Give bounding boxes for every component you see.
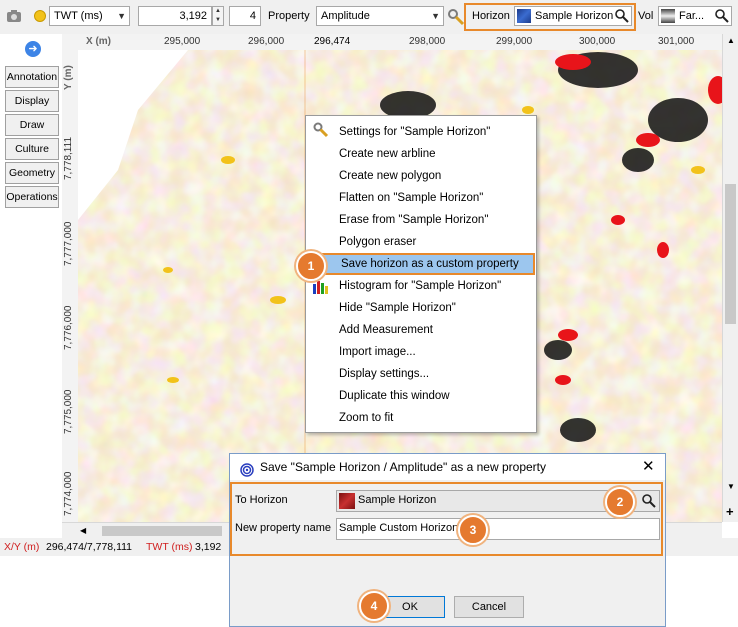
step-badge: 2: [605, 487, 635, 517]
twt-label: TWT (ms): [146, 541, 193, 553]
search-icon[interactable]: [614, 8, 629, 25]
to-horizon-value: Sample Horizon: [358, 494, 437, 506]
x-axis-label: X (m): [86, 36, 111, 47]
dialog-title-bar: Save "Sample Horizon / Amplitude" as a n…: [230, 454, 665, 480]
chevron-down-icon: ▼: [431, 11, 440, 21]
zoom-in-icon[interactable]: +: [726, 504, 734, 519]
domain-dot-icon: [34, 10, 46, 22]
menu-item-histogram[interactable]: Histogram for "Sample Horizon": [307, 275, 535, 297]
horizon-select[interactable]: Sample Horizon: [514, 6, 632, 26]
domain-select[interactable]: TWT (ms) ▼: [49, 6, 130, 26]
scroll-thumb[interactable]: [725, 184, 736, 324]
volume-select[interactable]: Far...: [658, 6, 732, 26]
horizon-icon: [517, 9, 531, 23]
x-tick: 296,000: [248, 36, 285, 47]
x-tick: 299,000: [496, 36, 533, 47]
chevron-down-icon: ▼: [117, 11, 126, 21]
horizon-label: Horizon: [472, 10, 510, 22]
tab-draw[interactable]: Draw: [5, 114, 59, 136]
x-tick: 295,000: [164, 36, 201, 47]
y-tick: 7,778,111: [63, 136, 74, 180]
search-icon[interactable]: [641, 493, 656, 511]
position-spinner[interactable]: ▲ ▼: [212, 6, 224, 26]
x-cursor-tick: 296,474: [314, 36, 351, 47]
menu-item-settings[interactable]: Settings for "Sample Horizon": [307, 121, 535, 143]
xy-value: 296,474/7,778,111: [46, 541, 133, 553]
y-tick: 7,775,000: [63, 389, 74, 435]
search-icon[interactable]: [714, 8, 729, 25]
menu-item-zoom-to-fit[interactable]: Zoom to fit: [307, 407, 535, 429]
x-axis: X (m) 295,000 296,000 296,474 298,000 29…: [62, 34, 722, 51]
scroll-up-icon[interactable]: ▲: [727, 36, 735, 45]
scroll-thumb[interactable]: [102, 526, 222, 536]
tab-geometry[interactable]: Geometry: [5, 162, 59, 184]
x-tick: 301,000: [658, 36, 695, 47]
horizon-icon: [339, 493, 355, 509]
y-tick: 7,776,000: [63, 305, 74, 351]
tab-operations[interactable]: Operations: [5, 186, 59, 208]
x-tick: 300,000: [579, 36, 616, 47]
tab-annotation[interactable]: Annotation: [5, 66, 59, 88]
y-tick: 7,777,000: [63, 221, 74, 267]
close-icon[interactable]: ✕: [642, 454, 655, 480]
tab-culture[interactable]: Culture: [5, 138, 59, 160]
menu-item-save-custom-property[interactable]: Save horizon as a custom property: [307, 253, 535, 275]
menu-item-display-settings[interactable]: Display settings...: [307, 363, 535, 385]
menu-item-polygon-eraser[interactable]: Polygon eraser: [307, 231, 535, 253]
step-input[interactable]: 4: [229, 6, 261, 26]
step-badge: 1: [296, 251, 326, 281]
step-badge: 3: [458, 515, 488, 545]
toolbar: TWT (ms) ▼ 3,192 ▲ ▼ 4 Property Amplitude…: [0, 0, 738, 35]
vertical-scrollbar[interactable]: ▲ ▼ +: [722, 34, 738, 522]
side-panel: ➜ Annotation Display Draw Culture Geomet…: [0, 34, 62, 540]
new-name-label: New property name: [235, 522, 331, 534]
y-axis: Y (m) 7,778,111 7,777,000 7,776,000 7,77…: [62, 50, 79, 522]
scroll-left-icon[interactable]: ◀: [80, 526, 86, 535]
property-select-value: Amplitude: [321, 10, 370, 22]
volume-icon: [661, 9, 675, 23]
volume-select-value: Far...: [679, 10, 705, 22]
y-axis-label: Y (m): [63, 65, 74, 90]
new-name-input[interactable]: Sample Custom Horizon: [336, 518, 660, 540]
cancel-button[interactable]: Cancel: [454, 596, 524, 618]
y-tick: 7,774,000: [63, 471, 74, 517]
scroll-down-icon[interactable]: ▼: [727, 482, 735, 491]
camera-icon[interactable]: [6, 9, 22, 23]
menu-item-add-measurement[interactable]: Add Measurement: [307, 319, 535, 341]
menu-item-create-arbline[interactable]: Create new arbline: [307, 143, 535, 165]
domain-select-value: TWT (ms): [54, 10, 103, 22]
vol-label: Vol: [638, 10, 654, 22]
position-input[interactable]: 3,192: [138, 6, 212, 26]
navigate-arrow-icon[interactable]: ➜: [25, 41, 41, 57]
menu-item-flatten[interactable]: Flatten on "Sample Horizon": [307, 187, 535, 209]
position-value: 3,192: [179, 10, 207, 22]
menu-item-duplicate-window[interactable]: Duplicate this window: [307, 385, 535, 407]
menu-item-hide[interactable]: Hide "Sample Horizon": [307, 297, 535, 319]
step-badge: 4: [359, 591, 389, 621]
property-label: Property: [268, 10, 310, 22]
to-horizon-label: To Horizon: [235, 494, 288, 506]
step-value: 4: [249, 10, 256, 22]
property-settings-icon[interactable]: [447, 8, 465, 26]
horizon-select-value: Sample Horizon: [535, 10, 614, 22]
xy-label: X/Y (m): [4, 541, 40, 553]
tab-display[interactable]: Display: [5, 90, 59, 112]
spin-up-icon[interactable]: ▲: [213, 7, 223, 16]
x-tick: 298,000: [409, 36, 446, 47]
menu-item-import-image[interactable]: Import image...: [307, 341, 535, 363]
save-property-dialog: Save "Sample Horizon / Amplitude" as a n…: [229, 453, 666, 627]
twt-value: 3,192: [195, 541, 222, 553]
property-select[interactable]: Amplitude ▼: [316, 6, 444, 26]
spin-down-icon[interactable]: ▼: [213, 16, 223, 25]
menu-item-create-polygon[interactable]: Create new polygon: [307, 165, 535, 187]
dialog-title: Save "Sample Horizon / Amplitude" as a n…: [260, 460, 546, 474]
menu-item-erase[interactable]: Erase from "Sample Horizon": [307, 209, 535, 231]
new-name-value: Sample Custom Horizon: [339, 522, 459, 534]
context-menu: Settings for "Sample Horizon" Create new…: [305, 115, 537, 433]
